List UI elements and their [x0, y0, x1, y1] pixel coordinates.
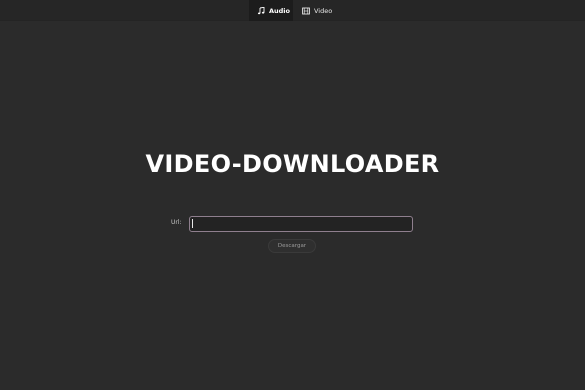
url-label: Url: — [171, 219, 182, 226]
tab-video[interactable]: Video — [294, 0, 336, 21]
music-note-icon — [257, 6, 265, 15]
top-navbar: Audio Video — [0, 0, 585, 21]
tab-video-label: Video — [314, 6, 333, 15]
download-button[interactable]: Descargar — [268, 239, 316, 253]
film-icon — [302, 7, 310, 15]
url-input[interactable] — [189, 216, 413, 232]
page-title: VIDEO-DOWNLOADER — [145, 150, 440, 178]
tab-audio[interactable]: Audio — [249, 0, 293, 21]
tab-audio-label: Audio — [269, 6, 291, 15]
text-caret — [192, 219, 193, 228]
